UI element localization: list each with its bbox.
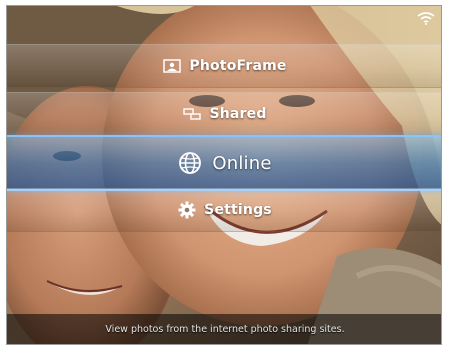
- globe-icon: [179, 152, 202, 174]
- menu-item-shared[interactable]: Shared: [7, 92, 441, 136]
- status-bar: View photos from the internet photo shar…: [7, 314, 441, 344]
- wifi-icon: [417, 12, 435, 25]
- menu-item-label: PhotoFrame: [189, 58, 287, 74]
- menu-item-photoframe[interactable]: PhotoFrame: [7, 44, 441, 88]
- photoframe-icon: [163, 59, 182, 73]
- menu-item-label: Online: [212, 152, 272, 174]
- photo-frame-screen: PhotoFrame Shared Online Settings View p…: [6, 5, 442, 345]
- menu-item-label: Settings: [204, 202, 272, 218]
- status-description: View photos from the internet photo shar…: [105, 323, 345, 335]
- shared-icon: [183, 108, 202, 120]
- gear-icon: [178, 201, 196, 219]
- menu-item-online[interactable]: Online: [7, 135, 441, 191]
- menu-item-label: Shared: [209, 106, 267, 122]
- menu-item-settings[interactable]: Settings: [7, 188, 441, 232]
